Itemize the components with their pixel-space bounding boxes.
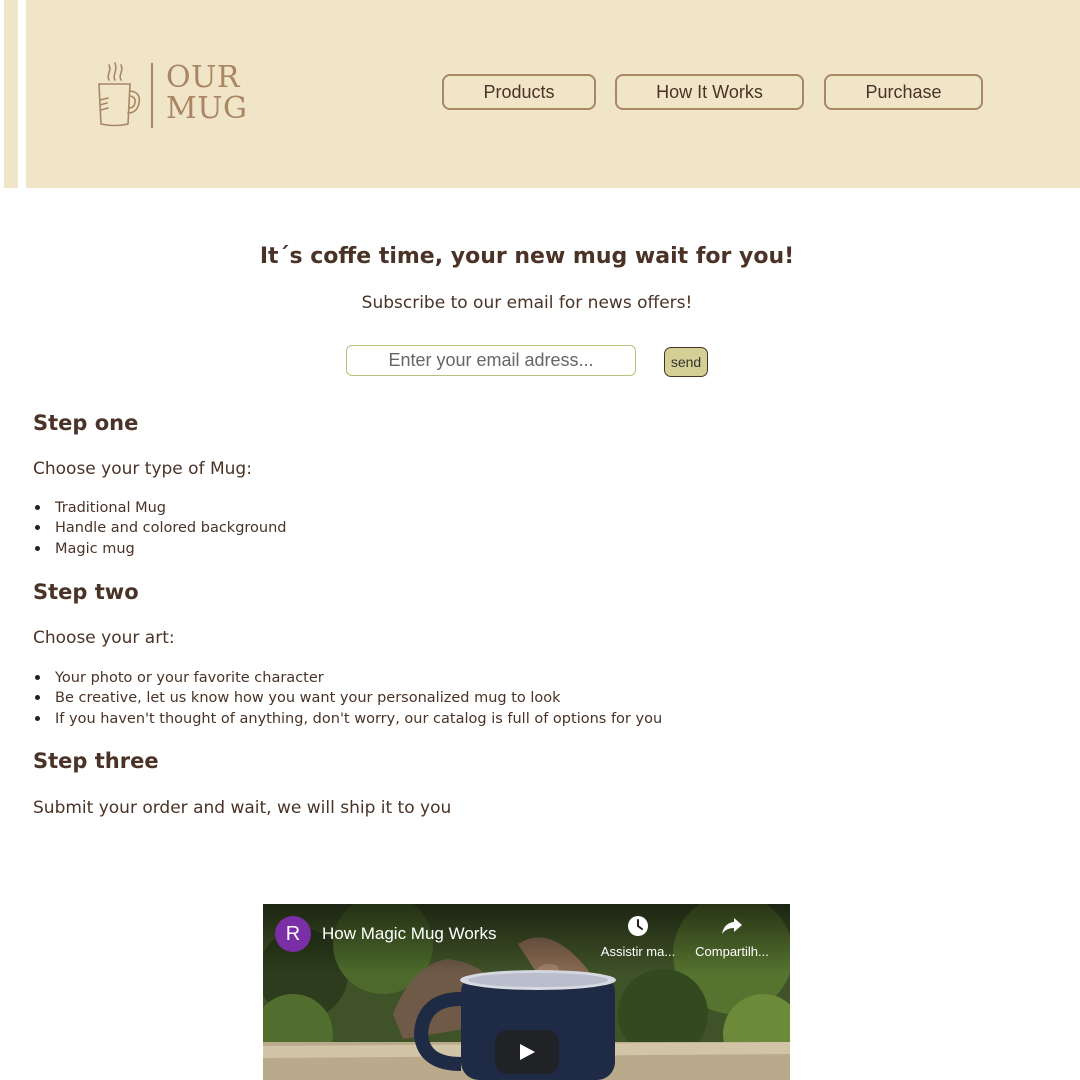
list-item: If you haven't thought of anything, don'… <box>33 709 662 729</box>
watch-later-button[interactable]: Assistir ma... <box>596 914 680 959</box>
logo-text-line1: OUR <box>166 60 240 95</box>
share-label: Compartilh... <box>695 944 769 959</box>
logo[interactable]: OUR MUG <box>96 60 256 130</box>
mug-logo-icon <box>98 62 141 127</box>
step-one-title: Step one <box>33 411 139 435</box>
logo-text-line2: MUG <box>166 91 248 126</box>
header-side-strip <box>4 0 18 188</box>
step-one-intro: Choose your type of Mug: <box>33 459 252 479</box>
send-button[interactable]: send <box>664 347 708 377</box>
list-item: Traditional Mug <box>33 498 287 518</box>
watch-later-label: Assistir ma... <box>600 944 676 959</box>
nav-products-button[interactable]: Products <box>442 74 596 110</box>
step-one-list: Traditional Mug Handle and colored backg… <box>33 498 287 559</box>
step-two-list: Your photo or your favorite character Be… <box>33 668 662 729</box>
list-item: Handle and colored background <box>33 518 287 538</box>
video-embed[interactable]: R How Magic Mug Works Assistir ma... Com… <box>263 904 790 1080</box>
step-two-title: Step two <box>33 580 139 604</box>
clock-icon <box>628 916 648 936</box>
nav-purchase-button[interactable]: Purchase <box>824 74 983 110</box>
step-two-intro: Choose your art: <box>33 628 175 648</box>
list-item: Magic mug <box>33 539 287 559</box>
email-input[interactable] <box>346 345 636 376</box>
step-three-title: Step three <box>33 749 159 773</box>
video-title[interactable]: How Magic Mug Works <box>322 924 496 944</box>
page-headline: It´s coffe time, your new mug wait for y… <box>259 244 795 269</box>
list-item: Be creative, let us know how you want yo… <box>33 688 662 708</box>
nav-how-it-works-button[interactable]: How It Works <box>615 74 804 110</box>
play-icon <box>520 1044 535 1060</box>
share-arrow-icon <box>722 918 742 934</box>
play-button[interactable] <box>495 1030 559 1074</box>
logo-text: OUR MUG <box>166 62 247 124</box>
logo-divider <box>151 63 153 128</box>
site-header: OUR MUG Products How It Works Purchase <box>26 0 1080 188</box>
step-three-intro: Submit your order and wait, we will ship… <box>33 798 452 818</box>
channel-avatar[interactable]: R <box>275 916 311 952</box>
share-button[interactable]: Compartilh... <box>690 914 774 959</box>
newsletter-subline: Subscribe to our email for news offers! <box>361 293 693 313</box>
list-item: Your photo or your favorite character <box>33 668 662 688</box>
